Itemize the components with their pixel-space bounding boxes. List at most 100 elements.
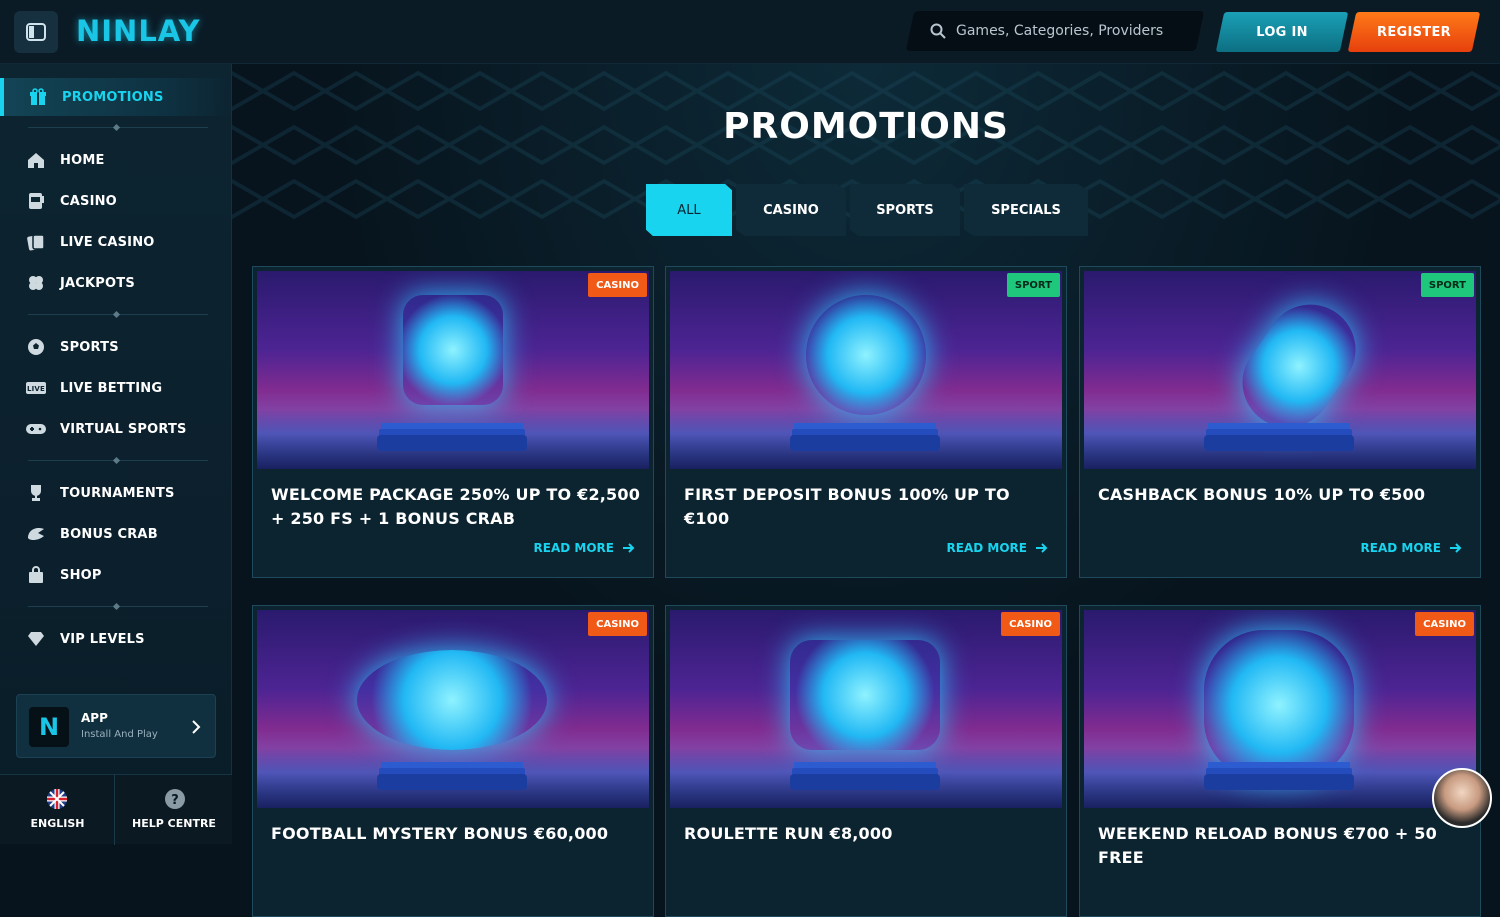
sidebar-item-label: JACKPOTS <box>60 275 135 291</box>
slot-machine-icon <box>26 191 46 211</box>
arrow-right-icon <box>1036 543 1048 553</box>
sidebar-divider <box>28 460 208 461</box>
search-placeholder: Games, Categories, Providers <box>956 23 1164 39</box>
promo-card[interactable]: CASINO WELCOME PACKAGE 250% UP TO €2,500… <box>252 266 654 578</box>
sidebar-item-promotions[interactable]: PROMOTIONS <box>0 78 232 116</box>
top-bar: NINLAY Games, Categories, Providers LOG … <box>0 0 1500 64</box>
promotion-tabs: ALL CASINO SPORTS SPECIALS <box>646 184 1088 236</box>
sidebar-item-label: BONUS CRAB <box>60 526 158 542</box>
sidebar-item-label: SPORTS <box>60 339 119 355</box>
support-chat-avatar[interactable] <box>1432 768 1492 828</box>
promo-image-console <box>670 610 1062 808</box>
promo-title: WELCOME PACKAGE 250% UP TO €2,500 + 250 … <box>271 485 641 528</box>
language-selector[interactable]: ENGLISH <box>0 775 115 845</box>
roulette-wheel-icon <box>357 650 547 750</box>
sidebar-divider <box>28 314 208 315</box>
crab-claw-icon <box>26 524 46 544</box>
sidebar-item-vip-levels[interactable]: VIP LEVELS <box>0 621 232 657</box>
gamepad-icon <box>26 419 46 439</box>
language-label: ENGLISH <box>30 817 85 830</box>
category-badge: CASINO <box>1415 612 1474 636</box>
home-icon <box>26 150 46 170</box>
trophy-icon <box>26 483 46 503</box>
search-input[interactable]: Games, Categories, Providers <box>930 11 1163 51</box>
main-content: PROMOTIONS ALL CASINO SPORTS SPECIALS CA… <box>232 64 1500 917</box>
promo-card[interactable]: CASINO FOOTBALL MYSTERY BONUS €60,000 <box>252 605 654 917</box>
sidebar-item-shop[interactable]: SHOP <box>0 557 232 593</box>
sidebar-item-label: PROMOTIONS <box>62 89 164 105</box>
sidebar-divider <box>28 127 208 128</box>
category-badge: CASINO <box>588 273 647 297</box>
sidebar-item-virtual-sports[interactable]: VIRTUAL SPORTS <box>0 411 232 447</box>
promo-image-motorbike <box>1084 610 1476 808</box>
sidebar-item-label: SHOP <box>60 567 102 583</box>
category-badge: SPORT <box>1420 273 1474 297</box>
app-subtitle: Install And Play <box>81 729 158 740</box>
category-badge: CASINO <box>588 612 647 636</box>
sidebar-item-label: VIRTUAL SPORTS <box>60 421 187 437</box>
read-more-link[interactable]: READ MORE <box>534 541 635 555</box>
promo-card[interactable]: SPORT FIRST DEPOSIT BONUS 100% UP TO €10… <box>665 266 1067 578</box>
sidebar: PROMOTIONS HOME CASINO LIVE CASINO JACKP… <box>0 64 232 845</box>
gift-box-icon <box>403 295 503 405</box>
promo-card[interactable]: CASINO ROULETTE RUN €8,000 <box>665 605 1067 917</box>
sidebar-item-sports[interactable]: SPORTS <box>0 329 232 365</box>
promo-title: CASHBACK BONUS 10% UP TO €500 <box>1098 485 1426 504</box>
arrow-right-icon <box>623 543 635 553</box>
read-more-label: READ MORE <box>946 541 1027 555</box>
help-centre-button[interactable]: ? HELP CENTRE <box>116 775 232 845</box>
tab-sports[interactable]: SPORTS <box>850 184 960 236</box>
promo-image-gift <box>257 271 649 469</box>
category-badge: CASINO <box>1001 612 1060 636</box>
clover-icon <box>26 273 46 293</box>
login-button[interactable]: LOG IN <box>1220 12 1344 52</box>
sidebar-divider <box>28 606 208 607</box>
sidebar-item-jackpots[interactable]: JACKPOTS <box>0 265 232 301</box>
padel-racket-icon <box>1224 286 1374 446</box>
sidebar-item-label: TOURNAMENTS <box>60 485 175 501</box>
sidebar-item-tournaments[interactable]: TOURNAMENTS <box>0 475 232 511</box>
read-more-link[interactable]: READ MORE <box>947 541 1048 555</box>
register-button[interactable]: REGISTER <box>1352 12 1476 52</box>
sidebar-item-casino[interactable]: CASINO <box>0 183 232 219</box>
sidebar-footer: ENGLISH ? HELP CENTRE <box>0 774 232 845</box>
promo-title: FIRST DEPOSIT BONUS 100% UP TO €100 <box>684 485 1010 528</box>
svg-text:?: ? <box>171 793 179 808</box>
promo-title: WEEKEND RELOAD BONUS €700 + 50 FREE <box>1098 824 1437 867</box>
read-more-label: READ MORE <box>533 541 614 555</box>
read-more-label: READ MORE <box>1360 541 1441 555</box>
game-console-icon <box>790 640 940 750</box>
sidebar-toggle-icon <box>26 23 46 41</box>
promo-card[interactable]: CASINO WEEKEND RELOAD BONUS €700 + 50 FR… <box>1079 605 1481 917</box>
football-icon <box>26 337 46 357</box>
shopping-bag-icon <box>26 565 46 585</box>
gift-icon <box>28 87 48 107</box>
tab-all[interactable]: ALL <box>646 184 732 236</box>
sidebar-item-live-casino[interactable]: LIVE CASINO <box>0 224 232 260</box>
sidebar-item-bonus-crab[interactable]: BONUS CRAB <box>0 516 232 552</box>
brand-logo[interactable]: NINLAY <box>76 14 200 48</box>
tab-specials[interactable]: SPECIALS <box>964 184 1088 236</box>
sidebar-item-label: LIVE BETTING <box>60 380 163 396</box>
search-icon <box>930 23 946 39</box>
arrow-right-icon <box>1450 543 1462 553</box>
sidebar-item-live-betting[interactable]: LIVE LIVE BETTING <box>0 370 232 406</box>
sidebar-toggle-button[interactable] <box>14 11 58 53</box>
tab-casino[interactable]: CASINO <box>736 184 846 236</box>
uk-flag-icon <box>47 789 67 809</box>
sidebar-item-home[interactable]: HOME <box>0 142 232 178</box>
promo-title: ROULETTE RUN €8,000 <box>684 824 893 843</box>
page-title: PROMOTIONS <box>723 106 1009 147</box>
promo-image-roulette <box>257 610 649 808</box>
read-more-link[interactable]: READ MORE <box>1361 541 1462 555</box>
help-label: HELP CENTRE <box>132 817 216 830</box>
app-logo-icon: N <box>29 707 69 747</box>
promo-card[interactable]: SPORT CASHBACK BONUS 10% UP TO €500 READ… <box>1079 266 1481 578</box>
sidebar-item-label: LIVE CASINO <box>60 234 155 250</box>
app-download-banner[interactable]: N APP Install And Play <box>16 694 216 758</box>
live-icon: LIVE <box>26 378 46 398</box>
promo-image-padel <box>1084 271 1476 469</box>
sidebar-item-label: VIP LEVELS <box>60 631 145 647</box>
category-badge: SPORT <box>1006 273 1060 297</box>
help-icon: ? <box>165 789 185 809</box>
